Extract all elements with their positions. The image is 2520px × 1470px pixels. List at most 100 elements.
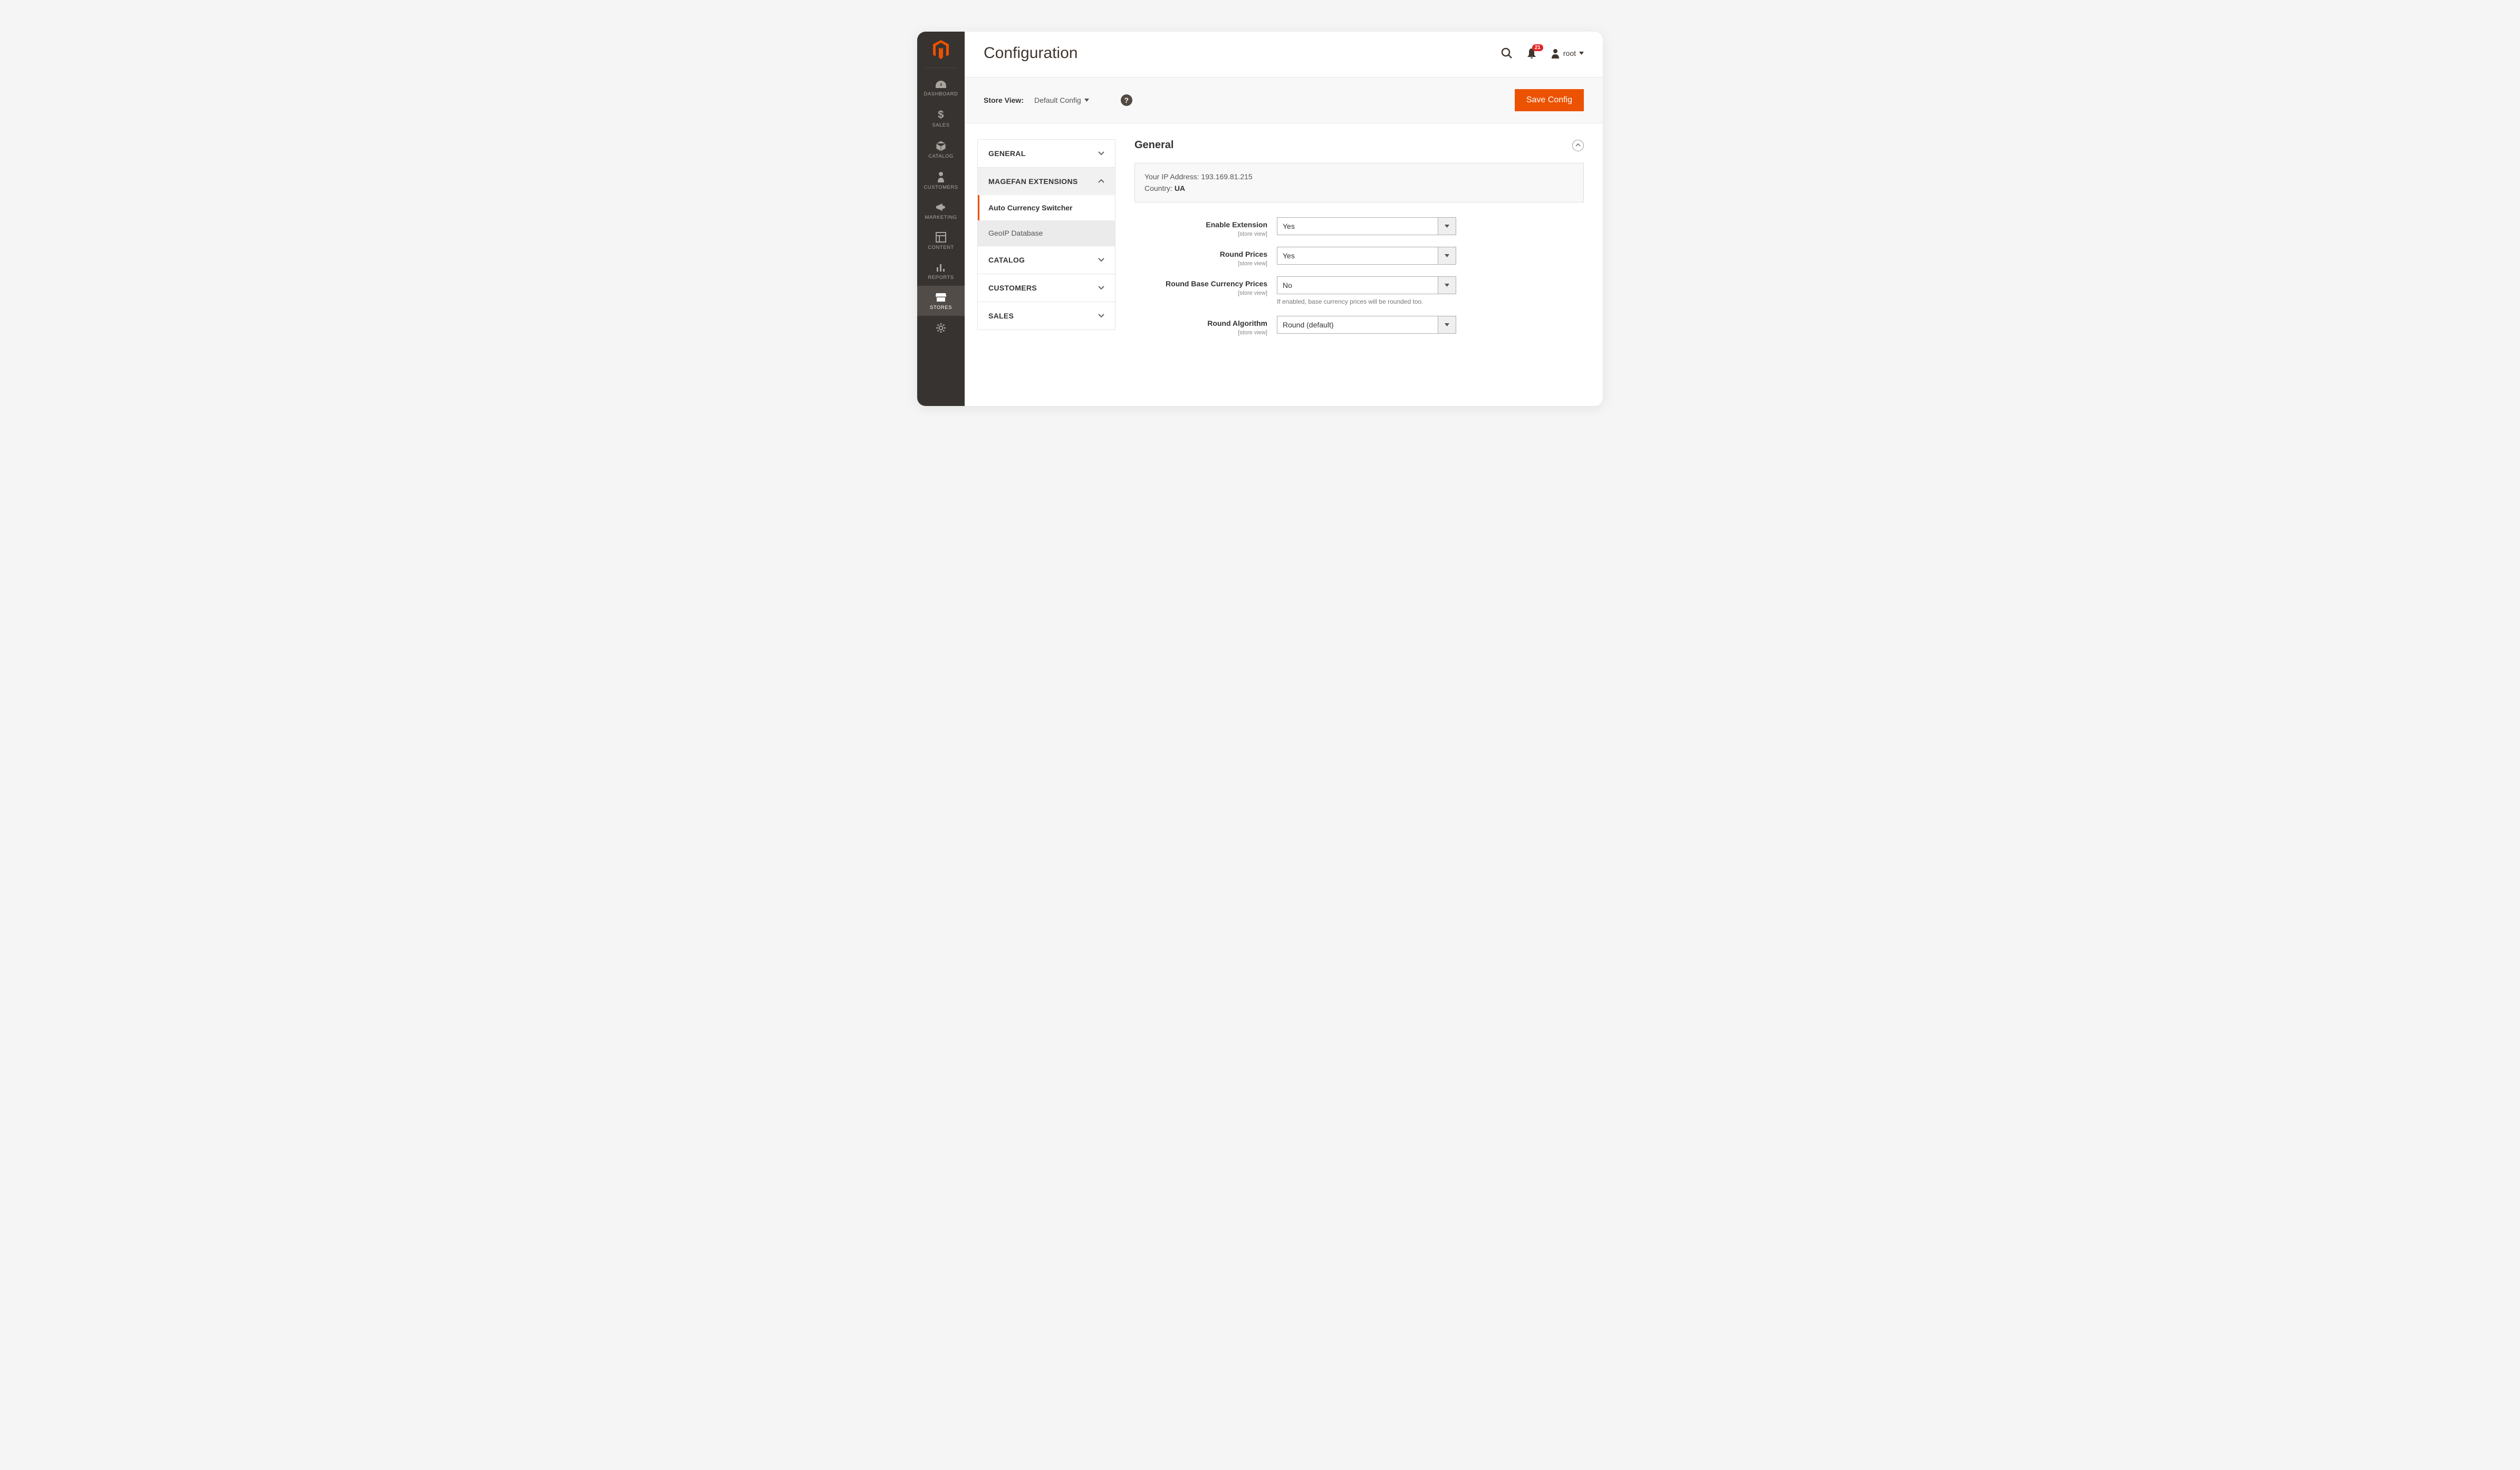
config-section-header-general[interactable]: GENERAL: [978, 140, 1115, 167]
section-label: CATALOG: [988, 256, 1025, 264]
caret-down-icon: [1445, 323, 1449, 326]
enable-extension-select[interactable]: Yes: [1277, 217, 1456, 235]
config-section-general: GENERAL: [977, 139, 1115, 167]
field-label: Round Base Currency Prices: [1166, 279, 1267, 288]
megaphone-icon: [935, 202, 947, 212]
chart-icon: [936, 262, 946, 273]
section-title-row: General: [1134, 139, 1584, 151]
chevron-down-icon: [1098, 151, 1104, 156]
chevron-down-icon: [1098, 286, 1104, 290]
field-scope: [store view]: [1134, 231, 1267, 237]
select-toggle: [1438, 247, 1456, 264]
chevron-down-icon: [1098, 258, 1104, 262]
form-label-col: Round Prices [store view]: [1134, 247, 1277, 267]
select-value: Yes: [1277, 247, 1438, 264]
field-round-base-prices: Round Base Currency Prices [store view] …: [1134, 276, 1584, 306]
admin-sidebar: DASHBOARD $ SALES CATALOG CUSTOMERS MARK…: [917, 32, 965, 406]
ip-info-box: Your IP Address: 193.169.81.215 Country:…: [1134, 163, 1584, 202]
nav-catalog[interactable]: CATALOG: [917, 133, 965, 165]
nav-content[interactable]: CONTENT: [917, 226, 965, 256]
select-toggle: [1438, 218, 1456, 235]
user-icon: [1551, 48, 1560, 59]
form-input-col: No If enabled, base currency prices will…: [1277, 276, 1456, 306]
config-main: General Your IP Address: 193.169.81.215 …: [1115, 123, 1603, 406]
config-section-header-customers[interactable]: CUSTOMERS: [978, 274, 1115, 302]
config-section-customers: CUSTOMERS: [977, 274, 1115, 302]
field-help: If enabled, base currency prices will be…: [1277, 297, 1456, 306]
user-menu[interactable]: root: [1551, 48, 1584, 59]
save-config-button[interactable]: Save Config: [1515, 89, 1584, 111]
config-section-sales: SALES: [977, 302, 1115, 330]
store-view-select[interactable]: Default Config: [1034, 96, 1089, 104]
dollar-icon: $: [937, 109, 945, 120]
notification-badge: 21: [1532, 44, 1543, 51]
field-round-prices: Round Prices [store view] Yes: [1134, 247, 1584, 267]
magento-logo[interactable]: [925, 39, 957, 68]
config-section-catalog: CATALOG: [977, 246, 1115, 274]
form-label-col: Round Algorithm [store view]: [1134, 316, 1277, 336]
page-header: Configuration 21 root: [965, 32, 1603, 78]
svg-text:$: $: [938, 109, 944, 120]
section-label: CUSTOMERS: [988, 284, 1037, 292]
field-label: Round Algorithm: [1207, 319, 1267, 327]
content: GENERAL MAGEFAN EXTENSIONS Auto Currency…: [965, 123, 1603, 406]
chevron-up-icon: [1098, 179, 1104, 183]
form-input-col: Yes: [1277, 217, 1456, 235]
form-label-col: Enable Extension [store view]: [1134, 217, 1277, 237]
caret-down-icon: [1445, 225, 1449, 228]
select-toggle: [1438, 316, 1456, 333]
nav-dashboard[interactable]: DASHBOARD: [917, 73, 965, 102]
config-section-header-sales[interactable]: SALES: [978, 302, 1115, 330]
main-area: Configuration 21 root Store View:: [965, 32, 1603, 406]
nav-sales[interactable]: $ SALES: [917, 102, 965, 133]
field-enable-extension: Enable Extension [store view] Yes: [1134, 217, 1584, 237]
field-round-algorithm: Round Algorithm [store view] Round (defa…: [1134, 316, 1584, 336]
config-item-geoip[interactable]: GeoIP Database: [978, 220, 1115, 246]
nav-label: CONTENT: [928, 245, 954, 250]
section-title: General: [1134, 139, 1174, 151]
nav-label: REPORTS: [928, 275, 954, 281]
collapse-section-button[interactable]: [1572, 140, 1584, 151]
gear-icon: [935, 322, 947, 334]
nav-label: DASHBOARD: [924, 91, 958, 97]
config-sidebar: GENERAL MAGEFAN EXTENSIONS Auto Currency…: [977, 123, 1115, 406]
field-scope: [store view]: [1134, 330, 1267, 336]
chevron-down-icon: [1098, 314, 1104, 318]
nav-label: CATALOG: [928, 153, 954, 159]
app-container: DASHBOARD $ SALES CATALOG CUSTOMERS MARK…: [917, 32, 1603, 406]
nav-label: MARKETING: [925, 215, 957, 220]
field-label: Enable Extension: [1206, 220, 1267, 229]
help-button[interactable]: ?: [1121, 94, 1132, 106]
round-base-prices-select[interactable]: No: [1277, 276, 1456, 294]
config-section-header-catalog[interactable]: CATALOG: [978, 246, 1115, 274]
select-value: Round (default): [1277, 316, 1438, 333]
toolbar-left: Store View: Default Config ?: [984, 94, 1132, 106]
config-section-header-magefan[interactable]: MAGEFAN EXTENSIONS: [978, 168, 1115, 195]
field-scope: [store view]: [1134, 260, 1267, 267]
notifications-button[interactable]: 21: [1526, 47, 1537, 59]
config-item-auto-currency[interactable]: Auto Currency Switcher: [978, 195, 1115, 220]
section-label: GENERAL: [988, 149, 1026, 158]
nav-stores[interactable]: STORES: [917, 286, 965, 316]
field-scope: [store view]: [1134, 290, 1267, 296]
magento-logo-icon: [931, 39, 950, 60]
page-title: Configuration: [984, 44, 1078, 62]
select-toggle: [1438, 277, 1456, 294]
form-input-col: Round (default): [1277, 316, 1456, 334]
nav-system[interactable]: [917, 316, 965, 341]
country-value: UA: [1175, 184, 1185, 192]
nav-label: STORES: [930, 305, 952, 311]
caret-down-icon: [1084, 99, 1089, 102]
form-label-col: Round Base Currency Prices [store view]: [1134, 276, 1277, 296]
round-prices-select[interactable]: Yes: [1277, 247, 1456, 265]
nav-marketing[interactable]: MARKETING: [917, 196, 965, 226]
search-button[interactable]: [1501, 47, 1513, 59]
round-algorithm-select[interactable]: Round (default): [1277, 316, 1456, 334]
field-label: Round Prices: [1220, 250, 1267, 258]
user-name: root: [1563, 49, 1576, 57]
nav-reports[interactable]: REPORTS: [917, 256, 965, 286]
nav-customers[interactable]: CUSTOMERS: [917, 165, 965, 196]
nav-label: CUSTOMERS: [924, 185, 958, 190]
store-view-label: Store View:: [984, 96, 1024, 104]
header-actions: 21 root: [1501, 47, 1584, 59]
